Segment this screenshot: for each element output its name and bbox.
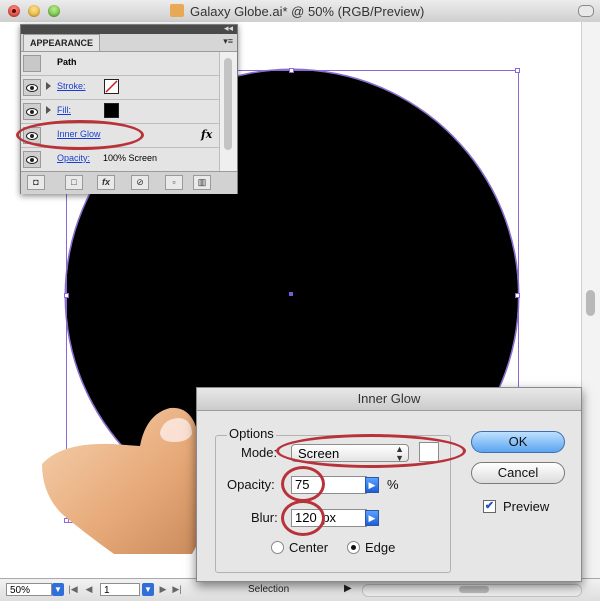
appearance-list: Path Stroke: Fill: Inner Glow fx Opacity… (21, 51, 237, 172)
ok-button[interactable]: OK (471, 431, 565, 453)
add-new-effect-icon[interactable]: fx (97, 175, 115, 190)
bbox-handle-top[interactable] (289, 68, 294, 73)
add-new-stroke-icon[interactable]: ◘ (27, 175, 45, 190)
window-titlebar: Galaxy Globe.ai* @ 50% (RGB/Preview) (0, 0, 600, 23)
canvas-horizontal-scrollbar[interactable] (362, 584, 582, 597)
stroke-link[interactable]: Stroke: (57, 81, 86, 91)
fill-row[interactable]: Fill: (21, 100, 219, 124)
blur-popup-button[interactable]: ▶ (365, 510, 379, 526)
opacity-unit: % (387, 477, 399, 492)
previous-artboard-icon[interactable]: ◀ (84, 583, 94, 596)
opacity-annotation-oval (281, 466, 325, 502)
cancel-button[interactable]: Cancel (471, 462, 565, 484)
fill-visibility-eye-icon[interactable] (23, 103, 41, 120)
opacity-visibility-eye-icon[interactable] (23, 151, 41, 168)
clear-appearance-icon[interactable]: ⊘ (131, 175, 149, 190)
opacity-popup-button[interactable]: ▶ (365, 477, 379, 493)
first-artboard-icon[interactable]: |◀ (68, 583, 78, 596)
document-icon (170, 4, 184, 17)
opacity-field-label: Opacity: (227, 477, 275, 492)
panel-menu-icon[interactable]: ▾≡ (223, 36, 233, 47)
blur-label: Blur: (251, 510, 278, 525)
duplicate-item-icon[interactable]: ▫ (165, 175, 183, 190)
stroke-none-swatch[interactable] (104, 79, 119, 94)
effect-fx-icon: fx (201, 128, 213, 141)
add-new-fill-icon[interactable]: □ (65, 175, 83, 190)
edge-label: Edge (365, 540, 396, 555)
zoom-dropdown-button[interactable]: ▼ (52, 583, 64, 596)
zoom-level-field[interactable]: 50% (6, 583, 52, 596)
appearance-panel: ◂◂ APPEARANCE ▾≡ Path Stroke: Fill: Inne… (20, 23, 238, 194)
mode-label: Mode: (241, 445, 278, 460)
stroke-visibility-eye-icon[interactable] (23, 79, 41, 96)
artboard-number-field[interactable]: 1 (100, 583, 140, 596)
close-dot-icon (12, 9, 16, 13)
preview-checkbox[interactable]: ✔ (483, 500, 496, 513)
edge-radio[interactable] (347, 541, 360, 554)
fill-black-swatch[interactable] (104, 103, 119, 118)
expand-stroke-icon[interactable] (46, 82, 51, 90)
opacity-row[interactable]: Opacity: 100% Screen (21, 148, 219, 171)
path-thumbnail (23, 55, 41, 72)
center-radio[interactable] (271, 541, 284, 554)
collapse-panel-icon[interactable]: ◂◂ (224, 23, 233, 34)
next-artboard-icon[interactable]: ▶ (158, 583, 168, 596)
canvas-vertical-scroll-thumb[interactable] (586, 290, 595, 316)
panel-drag-bar[interactable]: ◂◂ (21, 23, 237, 34)
minimize-window-button[interactable] (28, 5, 40, 17)
expand-fill-icon[interactable] (46, 106, 51, 114)
canvas-horizontal-scroll-thumb[interactable] (459, 586, 489, 593)
last-artboard-icon[interactable]: ▶| (172, 583, 182, 596)
dialog-title: Inner Glow (197, 388, 581, 411)
artboard-dropdown-button[interactable]: ▼ (142, 583, 154, 596)
bbox-handle-left[interactable] (64, 293, 69, 298)
stroke-row[interactable]: Stroke: (21, 76, 219, 100)
center-point (289, 292, 293, 296)
center-label: Center (289, 540, 329, 555)
opacity-value: 100% Screen (103, 153, 158, 163)
tab-appearance[interactable]: APPEARANCE (23, 34, 101, 52)
inner-glow-annotation-oval (16, 120, 144, 150)
path-header-row[interactable]: Path (21, 52, 219, 76)
bbox-handle-top-right[interactable] (515, 68, 520, 73)
status-menu-arrow-icon[interactable]: ▶ (344, 583, 352, 594)
fill-link[interactable]: Fill: (57, 105, 71, 115)
window-title: Galaxy Globe.ai* @ 50% (RGB/Preview) (190, 4, 425, 19)
zoom-window-button[interactable] (48, 5, 60, 17)
opacity-link[interactable]: Opacity: (57, 153, 90, 163)
panel-scroll-thumb[interactable] (224, 58, 232, 150)
current-tool-label: Selection (248, 584, 290, 595)
preview-label: Preview (503, 499, 550, 514)
panel-scrollbar[interactable] (219, 52, 237, 172)
mode-annotation-oval (276, 434, 466, 468)
bbox-handle-right[interactable] (515, 293, 520, 298)
panel-footer: ◘ □ fx ⊘ ▫ ▥ (21, 171, 237, 194)
blur-annotation-oval (281, 500, 325, 536)
canvas-vertical-scrollbar[interactable] (581, 22, 600, 578)
delete-item-icon[interactable]: ▥ (193, 175, 211, 190)
inner-glow-dialog: Inner Glow Options Mode: Screen ▲ ▼ Opaci… (196, 387, 582, 582)
path-label: Path (57, 57, 77, 67)
close-window-button[interactable] (8, 5, 20, 17)
toolbar-toggle-button[interactable] (578, 5, 594, 17)
options-label: Options (227, 426, 276, 441)
